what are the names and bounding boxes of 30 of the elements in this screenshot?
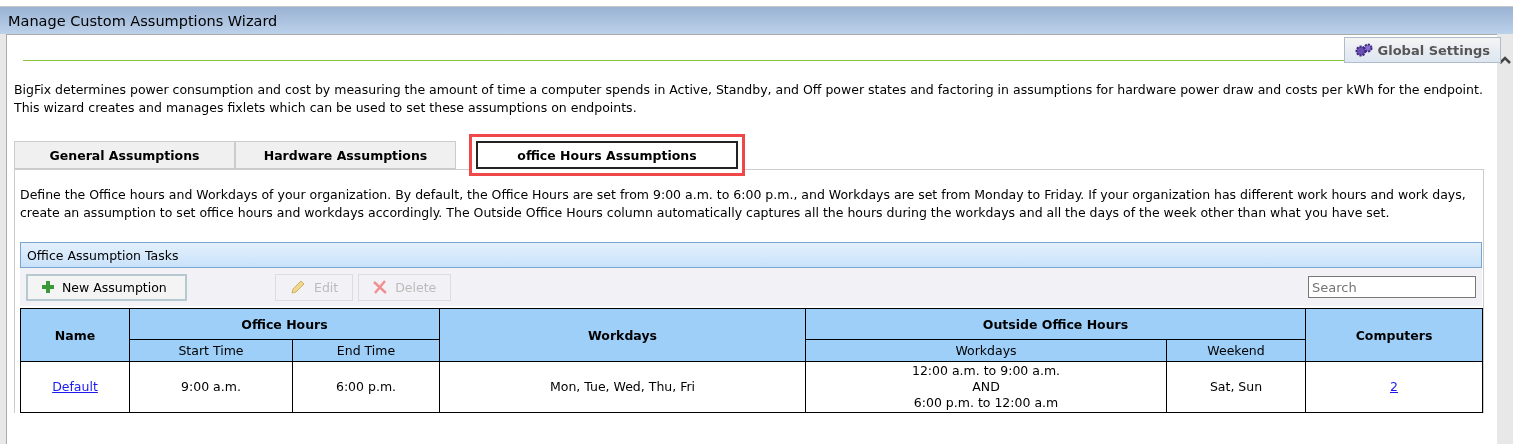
pencil-icon: [290, 279, 306, 295]
column-header: Office Hours: [129, 308, 440, 340]
table-cell: 9:00 a.m.: [129, 361, 293, 413]
column-header: Computers: [1305, 308, 1483, 362]
table-cell: Mon, Tue, Wed, Thu, Fri: [439, 361, 806, 413]
tab[interactable]: Hardware Assumptions: [235, 141, 456, 169]
global-settings-button[interactable]: Global Settings: [1343, 37, 1501, 63]
add-button[interactable]: New Assumption: [26, 273, 187, 301]
table-cell: Sat, Sun: [1166, 361, 1306, 413]
column-header: Workdays: [439, 308, 806, 362]
link[interactable]: Default: [52, 379, 98, 394]
intro-text: BigFix determines power consumption and cost by measuring the amount of time a computer spends in Active, Standby, and Off power states and factoring in assumptions for hardware power draw and costs per kWh for the endpoint. This wizard creates and manages fixlets which can be used to set these assumptions on endpoints.: [14, 81, 1484, 117]
plus-icon: [42, 281, 54, 293]
window-title: Manage Custom Assumptions Wizard: [8, 12, 278, 29]
search-field[interactable]: Search: [1308, 276, 1476, 298]
link[interactable]: 2: [1390, 379, 1398, 394]
gears-icon: [1354, 43, 1373, 57]
column-header: Start Time: [129, 339, 293, 362]
tab[interactable]: General Assumptions: [14, 141, 235, 169]
column-header: End Time: [292, 339, 440, 362]
description-text: Define the Office hours and Workdays of your organization. By default, the Office Hours are set from 9:00 a.m. to 6:00 p.m., and Workdays are set from Monday to Friday. If your organization has different work hours and work days, create an assumption to set office hours and workdays accordingly. The Outside Office Hours column automatically captures all the hours during the workdays and all the days of the week other than what you have set.: [20, 186, 1467, 222]
column-header: Weekend: [1166, 339, 1306, 362]
panel-title: Office Assumption Tasks: [27, 247, 179, 263]
table-cell: 6:00 p.m.: [292, 361, 440, 413]
column-header: Workdays: [805, 339, 1167, 362]
column-header: Outside Office Hours: [805, 308, 1306, 340]
table-cell: 12:00 a.m. to 9:00 a.m. AND 6:00 p.m. to 12:00 a.m: [805, 361, 1167, 413]
cross-icon: [373, 280, 388, 294]
column-header: Name: [20, 308, 130, 362]
scroll-up-icon: [1499, 56, 1511, 64]
